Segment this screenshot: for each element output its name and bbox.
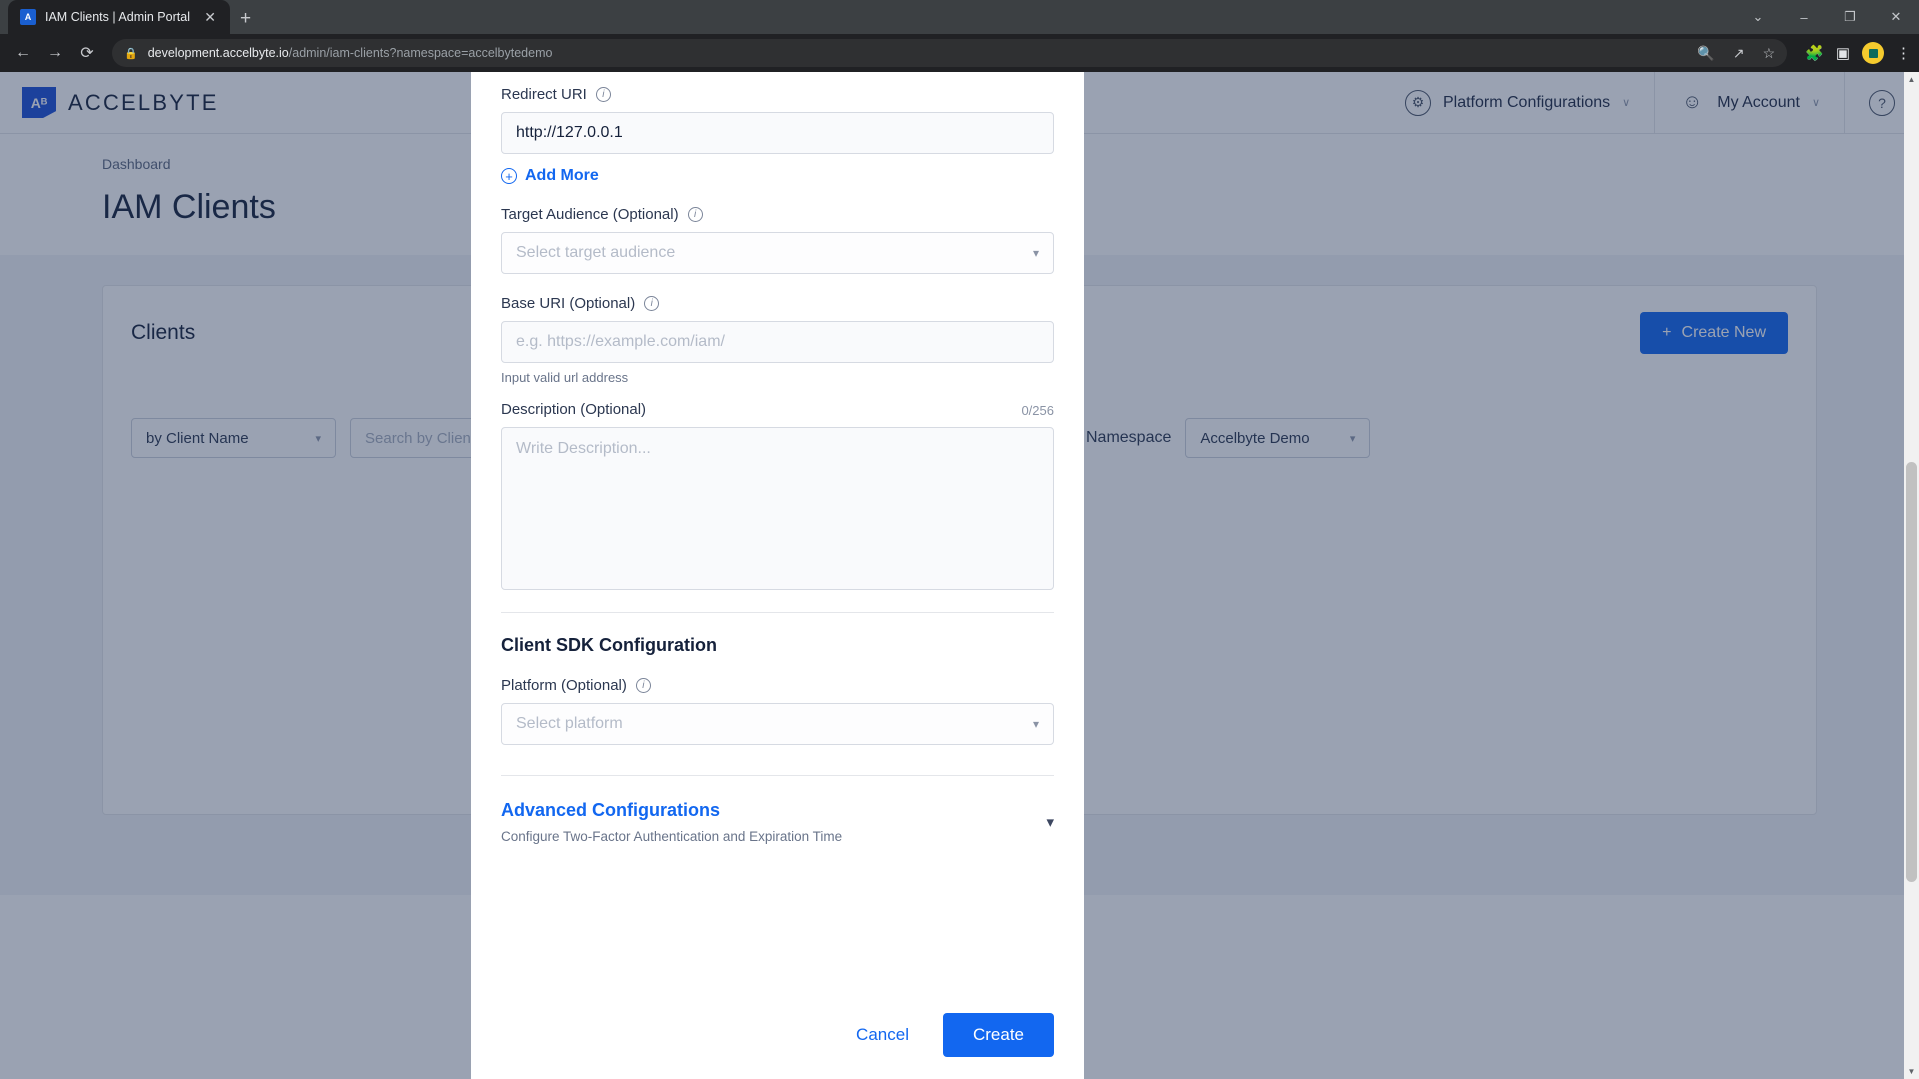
description-textarea[interactable]: Write Description... <box>501 427 1054 590</box>
lock-icon: 🔒 <box>124 47 138 60</box>
address-bar-url: development.accelbyte.io/admin/iam-clien… <box>148 46 553 60</box>
redirect-uri-label-row: Redirect URI i <box>501 86 1054 103</box>
platform-label-row: Platform (Optional) i <box>501 677 1054 694</box>
tab-search-icon[interactable]: ⌄ <box>1735 0 1781 34</box>
create-button[interactable]: Create <box>942 1013 1054 1057</box>
advanced-configurations-subtitle: Configure Two-Factor Authentication and … <box>501 829 843 844</box>
description-char-counter: 0/256 <box>1021 403 1054 418</box>
tab-strip: A IAM Clients | Admin Portal ✕ + ⌄ – ❐ ✕ <box>0 0 1919 34</box>
base-uri-label-row: Base URI (Optional) i <box>501 295 1054 312</box>
side-panel-icon[interactable]: ▣ <box>1836 44 1850 62</box>
toolbar-right-icons: 🧩 ▣ ⋮ <box>1797 42 1911 64</box>
add-more-label: Add More <box>525 167 599 184</box>
extensions-puzzle-icon[interactable]: 🧩 <box>1805 44 1824 62</box>
browser-window: A IAM Clients | Admin Portal ✕ + ⌄ – ❐ ✕… <box>0 0 1919 1079</box>
platform-field: Platform (Optional) i Select platform ▾ <box>501 677 1054 745</box>
minimize-icon[interactable]: – <box>1781 0 1827 34</box>
window-controls: ⌄ – ❐ ✕ <box>1735 0 1919 34</box>
redirect-uri-input[interactable]: http://127.0.0.1 <box>501 112 1054 154</box>
section-divider <box>501 775 1054 776</box>
address-path: /admin/iam-clients?namespace=accelbytede… <box>288 46 553 60</box>
target-audience-label: Target Audience (Optional) <box>501 206 679 223</box>
scroll-up-icon[interactable]: ▲ <box>1904 72 1919 87</box>
tab-close-icon[interactable]: ✕ <box>200 8 220 26</box>
modal-body: Redirect URI i http://127.0.0.1 + Add Mo… <box>471 72 1084 995</box>
tab-favicon-icon: A <box>20 9 36 25</box>
new-tab-button[interactable]: + <box>240 9 251 28</box>
base-uri-input[interactable]: e.g. https://example.com/iam/ <box>501 321 1054 363</box>
base-uri-helper-text: Input valid url address <box>501 370 629 385</box>
page-scrollbar[interactable]: ▲ ▼ <box>1904 72 1919 1079</box>
base-uri-field: Base URI (Optional) i e.g. https://examp… <box>501 295 1054 385</box>
modal-footer: Cancel Create <box>471 995 1084 1079</box>
window-close-icon[interactable]: ✕ <box>1873 0 1919 34</box>
chevron-down-icon[interactable]: ▾ <box>1046 813 1054 831</box>
plus-circle-icon: + <box>501 168 517 184</box>
description-label: Description (Optional) <box>501 401 647 418</box>
target-audience-field: Target Audience (Optional) i Select targ… <box>501 206 1054 274</box>
browser-tab[interactable]: A IAM Clients | Admin Portal ✕ <box>8 0 230 34</box>
info-icon[interactable]: i <box>687 207 703 222</box>
advanced-configurations-toggle[interactable]: Advanced Configurations Configure Two-Fa… <box>501 800 1054 844</box>
tab-title: IAM Clients | Admin Portal <box>45 10 190 24</box>
target-audience-select[interactable]: Select target audience ▾ <box>501 232 1054 274</box>
maximize-icon[interactable]: ❐ <box>1827 0 1873 34</box>
redirect-uri-label: Redirect URI <box>501 86 587 103</box>
platform-select[interactable]: Select platform ▾ <box>501 703 1054 745</box>
add-more-redirect-uri-button[interactable]: + Add More <box>501 167 1054 185</box>
address-domain: development.accelbyte.io <box>147 46 289 60</box>
reload-icon[interactable]: ⟳ <box>72 38 102 68</box>
description-label-row: Description (Optional) 0/256 <box>501 401 1054 418</box>
advanced-configurations-text: Advanced Configurations Configure Two-Fa… <box>501 800 842 844</box>
advanced-configurations-title: Advanced Configurations <box>501 800 721 820</box>
create-client-modal: Redirect URI i http://127.0.0.1 + Add Mo… <box>471 72 1084 1079</box>
scrollbar-thumb[interactable] <box>1906 462 1917 882</box>
section-divider <box>501 612 1054 613</box>
browser-toolbar: ← → ⟳ 🔒 development.accelbyte.io/admin/i… <box>0 34 1919 72</box>
client-sdk-configuration-title: Client SDK Configuration <box>501 635 717 655</box>
target-audience-placeholder: Select target audience <box>516 244 676 261</box>
redirect-uri-value: http://127.0.0.1 <box>516 124 623 141</box>
forward-icon[interactable]: → <box>40 38 70 68</box>
target-audience-label-row: Target Audience (Optional) i <box>501 206 1054 223</box>
profile-avatar-icon[interactable] <box>1862 42 1884 64</box>
base-uri-placeholder: e.g. https://example.com/iam/ <box>516 333 725 350</box>
share-icon[interactable]: ↗ <box>1733 45 1745 62</box>
cancel-button[interactable]: Cancel <box>832 1013 933 1057</box>
chevron-down-icon: ▾ <box>1032 246 1039 260</box>
platform-label: Platform (Optional) <box>501 677 627 694</box>
description-placeholder: Write Description... <box>516 440 651 457</box>
chevron-down-icon: ▾ <box>1032 717 1039 731</box>
info-icon[interactable]: i <box>595 87 611 102</box>
page-viewport: Aᴮ ACCELBYTE ⚙ Platform Configurations ∨… <box>0 72 1919 1079</box>
address-bar[interactable]: 🔒 development.accelbyte.io/admin/iam-cli… <box>112 39 1788 67</box>
redirect-uri-field: Redirect URI i http://127.0.0.1 + Add Mo… <box>501 86 1054 185</box>
chrome-menu-icon[interactable]: ⋮ <box>1896 44 1911 62</box>
platform-placeholder: Select platform <box>516 715 623 732</box>
scroll-down-icon[interactable]: ▼ <box>1904 1064 1919 1079</box>
info-icon[interactable]: i <box>635 678 651 693</box>
bookmark-star-icon[interactable]: ☆ <box>1763 45 1776 62</box>
info-icon[interactable]: i <box>644 296 660 311</box>
omnibox-icons: 🔍 ↗ ☆ <box>1697 45 1775 62</box>
description-field: Description (Optional) 0/256 Write Descr… <box>501 401 1054 590</box>
base-uri-label: Base URI (Optional) <box>501 295 636 312</box>
zoom-icon[interactable]: 🔍 <box>1697 45 1714 62</box>
back-icon[interactable]: ← <box>8 38 38 68</box>
